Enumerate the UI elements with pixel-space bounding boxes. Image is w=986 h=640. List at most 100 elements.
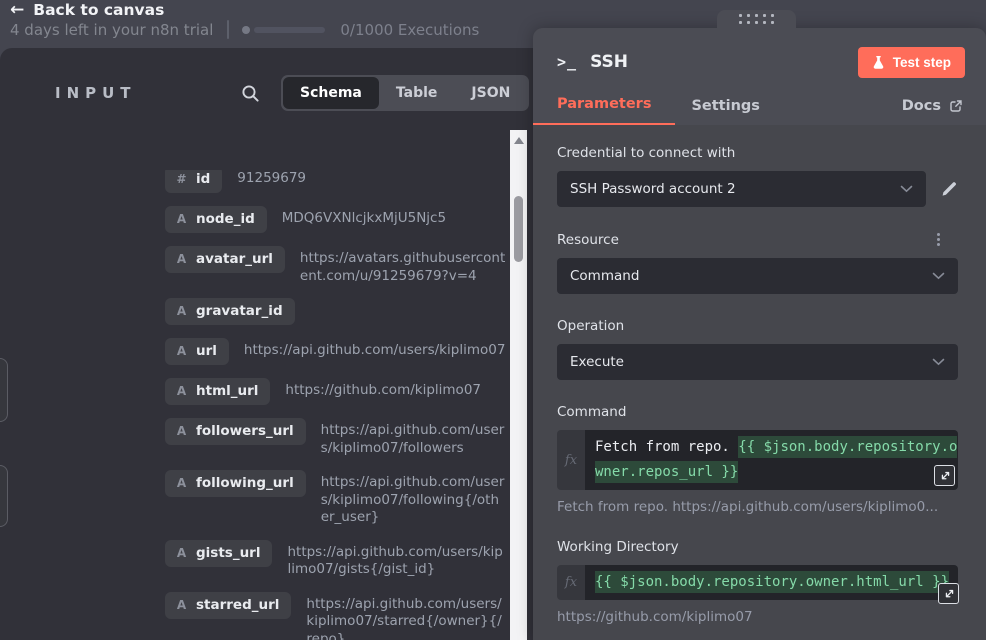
field-name: gravatar_id bbox=[196, 303, 283, 319]
trial-text: 4 days left in your n8n trial bbox=[10, 21, 213, 39]
command-expression-editor: fx Fetch from repo. {{ $json.body.reposi… bbox=[557, 430, 958, 490]
node-parameters-form: Credential to connect with SSH Password … bbox=[533, 125, 986, 625]
expand-arrow-icon bbox=[939, 470, 951, 482]
executions-progress-bar bbox=[254, 27, 325, 33]
tab-table[interactable]: Table bbox=[379, 77, 455, 109]
field-type-icon: A bbox=[176, 344, 187, 358]
schema-field-row: A gravatar_id bbox=[165, 298, 506, 325]
field-name: following_url bbox=[196, 475, 294, 491]
resource-select[interactable]: Command bbox=[557, 258, 958, 294]
schema-field-row: A url https://api.github.com/users/kipli… bbox=[165, 338, 506, 365]
back-label: Back to canvas bbox=[33, 1, 164, 19]
field-name: node_id bbox=[196, 211, 255, 227]
credential-select[interactable]: SSH Password account 2 bbox=[557, 171, 926, 207]
node-tabs: Parameters Settings Docs bbox=[533, 96, 986, 125]
field-value: https://api.github.com/users/kiplimo07/g… bbox=[287, 540, 506, 579]
input-view-tabs: Schema Table JSON bbox=[281, 75, 529, 111]
tab-parameters[interactable]: Parameters bbox=[533, 96, 675, 125]
command-expression-input[interactable]: Fetch from repo. {{ $json.body.repositor… bbox=[585, 430, 958, 490]
tab-docs[interactable]: Docs bbox=[902, 98, 963, 125]
field-value bbox=[310, 298, 506, 302]
left-edge-handle-top[interactable] bbox=[0, 358, 8, 422]
schema-field-pill[interactable]: A avatar_url bbox=[165, 246, 285, 273]
search-icon bbox=[240, 83, 261, 104]
operation-select[interactable]: Execute bbox=[557, 344, 958, 380]
schema-field-pill[interactable]: A following_url bbox=[165, 470, 306, 497]
node-detail-panel: >_ SSH Test step Parameters Settings Doc… bbox=[533, 28, 986, 640]
schema-field-row: A avatar_url https://avatars.githubuserc… bbox=[165, 246, 506, 285]
field-name: html_url bbox=[196, 383, 258, 399]
working-directory-expression-editor: fx {{ $json.body.repository.owner.html_u… bbox=[557, 565, 958, 600]
schema-field-pill[interactable]: A url bbox=[165, 338, 229, 365]
divider bbox=[227, 20, 229, 39]
schema-field-pill[interactable]: A gravatar_id bbox=[165, 298, 295, 325]
field-type-icon: A bbox=[176, 598, 187, 612]
schema-field-pill[interactable]: A node_id bbox=[165, 206, 267, 233]
field-type-icon: A bbox=[176, 384, 187, 398]
operation-label: Operation bbox=[557, 318, 958, 334]
field-value: https://api.github.com/users/kiplimo07/f… bbox=[321, 470, 506, 527]
field-name: starred_url bbox=[196, 597, 279, 613]
schema-scrollbar[interactable] bbox=[510, 130, 527, 640]
field-type-icon: A bbox=[176, 546, 187, 560]
schema-field-pill[interactable]: A starred_url bbox=[165, 592, 291, 619]
external-link-icon bbox=[949, 99, 963, 113]
expand-expression-button[interactable] bbox=[938, 583, 959, 604]
field-type-icon: A bbox=[176, 304, 187, 318]
edit-credential-icon[interactable] bbox=[940, 180, 958, 198]
chevron-down-icon bbox=[900, 185, 913, 193]
field-value: https://avatars.githubusercontent.com/u/… bbox=[300, 246, 506, 285]
working-directory-result-preview: https://github.com/kiplimo07 bbox=[557, 609, 958, 625]
schema-field-pill[interactable]: A gists_url bbox=[165, 540, 272, 567]
chevron-down-icon bbox=[932, 358, 945, 366]
schema-field-row: A following_url https://api.github.com/u… bbox=[165, 470, 506, 527]
schema-field-list: # id 91259679 A node_id MDQ6VXNlcjkxMjU5… bbox=[165, 170, 506, 640]
field-name: followers_url bbox=[196, 423, 294, 439]
back-to-canvas-button[interactable]: ← Back to canvas bbox=[10, 1, 164, 19]
field-type-icon: A bbox=[176, 476, 187, 490]
back-arrow-icon: ← bbox=[10, 1, 24, 19]
field-value: https://api.github.com/users/kiplimo07 bbox=[244, 338, 506, 360]
scrollbar-up-arrow-icon[interactable] bbox=[514, 137, 524, 144]
node-header: >_ SSH Test step Parameters Settings Doc… bbox=[533, 28, 986, 125]
working-directory-label: Working Directory bbox=[557, 539, 958, 555]
schema-field-row: # id 91259679 bbox=[165, 170, 506, 193]
schema-field-pill[interactable]: # id bbox=[165, 170, 222, 193]
trial-status-row: 4 days left in your n8n trial 0/1000 Exe… bbox=[10, 20, 479, 39]
input-panel-title: INPUT bbox=[55, 84, 137, 102]
executions-count: 0/1000 Executions bbox=[340, 21, 479, 39]
credential-label: Credential to connect with bbox=[557, 145, 958, 161]
resource-label: Resource bbox=[557, 231, 958, 248]
field-type-icon: A bbox=[176, 424, 187, 438]
fx-icon: fx bbox=[557, 430, 585, 490]
field-value: MDQ6VXNlcjkxMjU5Njc5 bbox=[282, 206, 506, 228]
schema-field-row: A gists_url https://api.github.com/users… bbox=[165, 540, 506, 579]
schema-field-pill[interactable]: A followers_url bbox=[165, 418, 306, 445]
schema-field-row: A html_url https://github.com/kiplimo07 bbox=[165, 378, 506, 405]
schema-field-row: A followers_url https://api.github.com/u… bbox=[165, 418, 506, 457]
command-label: Command bbox=[557, 404, 958, 420]
field-type-icon: A bbox=[176, 212, 187, 226]
tab-json[interactable]: JSON bbox=[454, 77, 527, 109]
node-title: SSH bbox=[590, 52, 628, 72]
field-type-icon: # bbox=[176, 172, 187, 186]
fx-icon: fx bbox=[557, 565, 585, 600]
command-result-preview: Fetch from repo. https://api.github.com/… bbox=[557, 499, 958, 515]
progress-knob bbox=[242, 26, 250, 34]
field-type-icon: A bbox=[176, 252, 187, 266]
schema-field-row: A node_id MDQ6VXNlcjkxMjU5Njc5 bbox=[165, 206, 506, 233]
tab-settings[interactable]: Settings bbox=[675, 98, 775, 125]
scrollbar-thumb[interactable] bbox=[514, 196, 523, 262]
search-button[interactable] bbox=[237, 80, 263, 106]
panel-drag-handle[interactable] bbox=[717, 10, 796, 28]
expand-expression-button[interactable] bbox=[934, 465, 955, 486]
field-value: 91259679 bbox=[237, 170, 506, 188]
schema-field-pill[interactable]: A html_url bbox=[165, 378, 270, 405]
tab-schema[interactable]: Schema bbox=[283, 77, 379, 109]
left-edge-handle-bottom[interactable] bbox=[0, 465, 8, 527]
field-name: gists_url bbox=[196, 545, 260, 561]
input-panel: INPUT Schema Table JSON # id 91259679 A … bbox=[0, 48, 533, 640]
working-directory-input[interactable]: {{ $json.body.repository.owner.html_url … bbox=[585, 565, 958, 600]
options-kebab-icon[interactable] bbox=[935, 231, 942, 248]
test-step-button[interactable]: Test step bbox=[858, 47, 965, 78]
